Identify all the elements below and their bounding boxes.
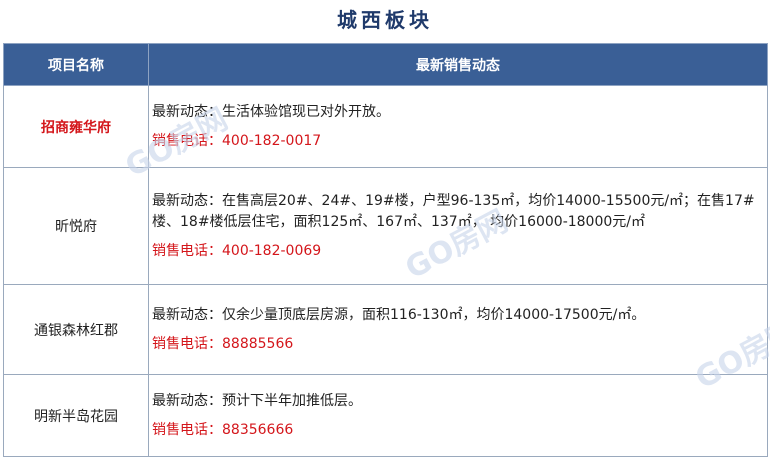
project-name: 招商雍华府	[3, 85, 149, 168]
project-name: 通银森林红郡	[3, 284, 149, 375]
header-latest-sales: 最新销售动态	[148, 43, 768, 86]
project-info: 最新动态：生活体验馆现已对外开放。 销售电话：400-182-0017	[148, 85, 768, 168]
sales-phone: 销售电话：88885566	[152, 335, 294, 352]
project-info: 最新动态：在售高层20#、24#、19#楼，户型96-135㎡，均价14000-…	[148, 167, 768, 285]
sales-table: 项目名称 最新销售动态 招商雍华府 最新动态：生活体验馆现已对外开放。 销售电话…	[3, 43, 768, 457]
sales-phone: 销售电话：88356666	[152, 421, 294, 438]
latest-update: 最新动态：仅余少量顶底层房源，面积116-130㎡，均价14000-17500元…	[152, 306, 646, 323]
page-title: 城西板块	[337, 8, 433, 32]
table-row: 明新半岛花园 最新动态：预计下半年加推低层。 销售电话：88356666	[3, 374, 768, 457]
sales-phone: 销售电话：400-182-0017	[152, 132, 322, 149]
latest-update: 最新动态：生活体验馆现已对外开放。	[152, 103, 390, 120]
table-header-row: 项目名称 最新销售动态	[3, 43, 768, 86]
table-row: 昕悦府 最新动态：在售高层20#、24#、19#楼，户型96-135㎡，均价14…	[3, 167, 768, 285]
latest-update: 最新动态：预计下半年加推低层。	[152, 392, 362, 409]
sales-phone: 销售电话：400-182-0069	[152, 242, 322, 259]
project-name: 明新半岛花园	[3, 374, 149, 457]
latest-update: 最新动态：在售高层20#、24#、19#楼，户型96-135㎡，均价14000-…	[152, 192, 755, 230]
project-info: 最新动态：仅余少量顶底层房源，面积116-130㎡，均价14000-17500元…	[148, 284, 768, 375]
table-row: 招商雍华府 最新动态：生活体验馆现已对外开放。 销售电话：400-182-001…	[3, 85, 768, 168]
project-info: 最新动态：预计下半年加推低层。 销售电话：88356666	[148, 374, 768, 457]
table-row: 通银森林红郡 最新动态：仅余少量顶底层房源，面积116-130㎡，均价14000…	[3, 284, 768, 375]
header-project-name: 项目名称	[3, 43, 149, 86]
project-name: 昕悦府	[3, 167, 149, 285]
